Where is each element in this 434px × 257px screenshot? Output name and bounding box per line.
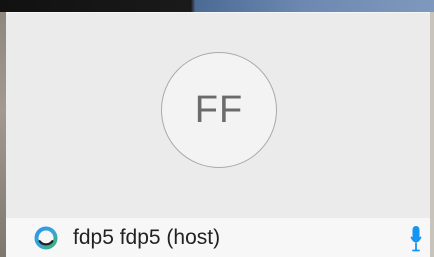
app-screen: FF fdp5 fdp5 (host) — [0, 0, 434, 257]
presence-ring-icon — [34, 226, 58, 249]
top-video-strip — [0, 0, 434, 12]
participant-tile[interactable]: FF fdp5 fdp5 (host) — [6, 12, 430, 257]
right-background-edge — [430, 12, 434, 257]
participant-name-bar: fdp5 fdp5 (host) — [6, 218, 430, 257]
microphone-icon[interactable] — [410, 225, 422, 253]
avatar-initials: FF — [194, 88, 244, 131]
participant-name: fdp5 fdp5 (host) — [73, 225, 221, 249]
participant-avatar: FF — [161, 52, 277, 168]
